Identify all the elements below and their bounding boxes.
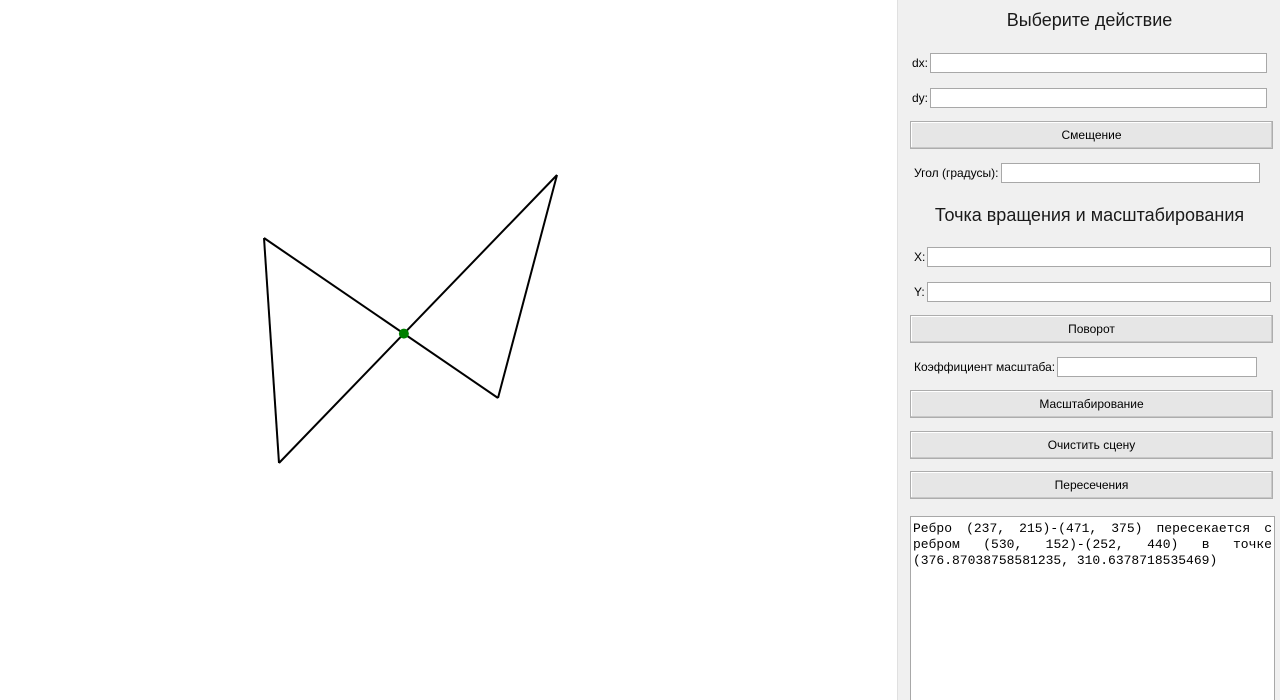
intersections-button[interactable]: Пересечения (910, 471, 1273, 499)
move-button[interactable]: Смещение (910, 121, 1273, 149)
y-row: Y: (914, 281, 1271, 303)
dx-label: dx: (912, 56, 929, 70)
output-text-area[interactable]: Ребро (237, 215)-(471, 375) пересекается… (910, 516, 1275, 700)
rotate-button[interactable]: Поворот (910, 315, 1273, 343)
dy-label: dy: (912, 91, 929, 105)
y-label: Y: (914, 285, 925, 299)
scene-edge-1 (263, 237, 499, 399)
scale-row: Коэффициент масштаба: (914, 356, 1258, 378)
y-input[interactable] (926, 282, 1271, 302)
intersection-point (398, 328, 409, 339)
scale-button[interactable]: Масштабирование (910, 390, 1273, 418)
x-input[interactable] (927, 247, 1272, 267)
scene-edge-4 (263, 237, 280, 464)
dx-input[interactable] (930, 53, 1268, 73)
dy-row: dy: (912, 87, 1268, 109)
angle-row: Угол (градусы): (914, 162, 1260, 184)
scale-input[interactable] (1057, 357, 1258, 377)
pivot-title: Точка вращения и масштабирования (934, 205, 1245, 225)
scene-edge-2 (497, 174, 558, 399)
x-label: X: (914, 250, 926, 264)
scale-label: Коэффициент масштаба: (914, 360, 1056, 374)
panel-title: Выберите действие (1006, 10, 1173, 30)
drawing-canvas[interactable] (0, 0, 897, 700)
angle-label: Угол (градусы): (914, 166, 999, 180)
dy-input[interactable] (930, 88, 1268, 108)
app-window: Выберите действие dx: dy: Смещение Угол … (0, 0, 1280, 700)
clear-scene-button[interactable]: Очистить сцену (910, 431, 1273, 459)
scene-svg[interactable] (0, 0, 897, 700)
angle-input[interactable] (1000, 163, 1260, 183)
x-row: X: (914, 246, 1272, 268)
control-panel: Выберите действие dx: dy: Смещение Угол … (897, 0, 1280, 700)
scene-edge-3 (278, 174, 558, 464)
dx-row: dx: (912, 52, 1268, 74)
